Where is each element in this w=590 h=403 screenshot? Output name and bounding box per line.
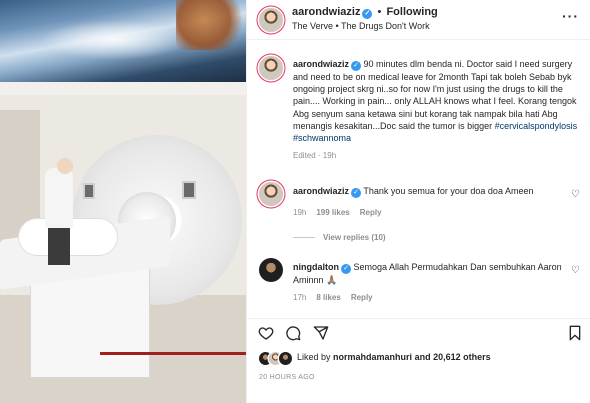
comment-avatar[interactable] xyxy=(259,258,283,282)
audio-track[interactable]: The Verve • The Drugs Don't Work xyxy=(292,21,430,31)
liker-avatars xyxy=(259,352,293,365)
mri-screen-right xyxy=(182,181,196,199)
verified-badge-icon: ✓ xyxy=(341,264,351,274)
comment-text: Thank you semua for your doa doa Ameen xyxy=(363,186,534,196)
comment-like-icon[interactable]: ♡ xyxy=(571,266,581,276)
liker-username[interactable]: normahdamanhuri xyxy=(333,352,412,362)
photo-leaves xyxy=(176,0,246,50)
author-avatar[interactable] xyxy=(259,8,283,32)
post-photo[interactable] xyxy=(0,0,246,403)
verified-badge-icon: ✓ xyxy=(351,188,362,198)
comment-meta: 19h 199 likes Reply xyxy=(293,208,392,217)
more-icon[interactable]: ··· xyxy=(562,8,579,24)
post-timestamp[interactable]: 20 HOURS AGO xyxy=(259,374,315,381)
comment-like-icon[interactable]: ♡ xyxy=(571,190,581,200)
liker-avatar xyxy=(279,352,292,365)
technician-legs xyxy=(48,225,70,265)
author-username[interactable]: aarondwiaziz xyxy=(292,6,360,18)
floor-line xyxy=(100,352,246,355)
following-button[interactable]: Following xyxy=(386,6,437,18)
comment-likes[interactable]: 199 likes xyxy=(316,208,349,217)
separator: • xyxy=(377,6,382,18)
action-bar xyxy=(247,318,590,344)
post-header: aarondwiaziz ✓ • Following The Verve • Th… xyxy=(247,0,590,40)
caption-avatar[interactable] xyxy=(259,56,283,80)
caption-username[interactable]: aarondwiaziz xyxy=(293,59,349,69)
comment-username[interactable]: ningdalton xyxy=(293,262,339,272)
share-icon[interactable] xyxy=(313,325,329,341)
view-replies-label: View replies (10) xyxy=(323,233,386,242)
verified-badge-icon: ✓ xyxy=(362,9,373,19)
like-heart-icon[interactable] xyxy=(258,325,274,341)
comment-username[interactable]: aarondwiaziz xyxy=(293,186,349,196)
caption-text: aarondwiaziz ✓ 90 minutes dlm benda ni. D… xyxy=(293,58,581,162)
comment-time: 19h xyxy=(293,208,307,217)
view-replies-button[interactable]: View replies (10) xyxy=(293,233,386,242)
technician-head xyxy=(57,158,73,174)
bookmark-icon[interactable] xyxy=(567,325,583,341)
caption-edited: Edited · 19h xyxy=(293,151,337,161)
replies-divider xyxy=(293,237,315,239)
verified-badge-icon: ✓ xyxy=(351,61,362,71)
comment-reply-button[interactable]: Reply xyxy=(351,293,373,302)
post-panel: aarondwiaziz ✓ • Following The Verve • Th… xyxy=(246,0,590,403)
mri-screen-left xyxy=(83,183,95,199)
likes-count[interactable]: and 20,612 others xyxy=(415,352,491,362)
technician xyxy=(45,168,73,228)
comment-likes[interactable]: 8 likes xyxy=(316,293,340,302)
comment-reply-button[interactable]: Reply xyxy=(360,208,382,217)
mri-bed-base xyxy=(30,268,150,378)
comment-icon[interactable] xyxy=(285,325,301,341)
comment-time: 17h xyxy=(293,293,307,302)
comment-avatar[interactable] xyxy=(259,182,283,206)
comment-meta: 17h 8 likes Reply xyxy=(293,293,383,302)
likes-prefix: Liked by xyxy=(297,352,331,362)
